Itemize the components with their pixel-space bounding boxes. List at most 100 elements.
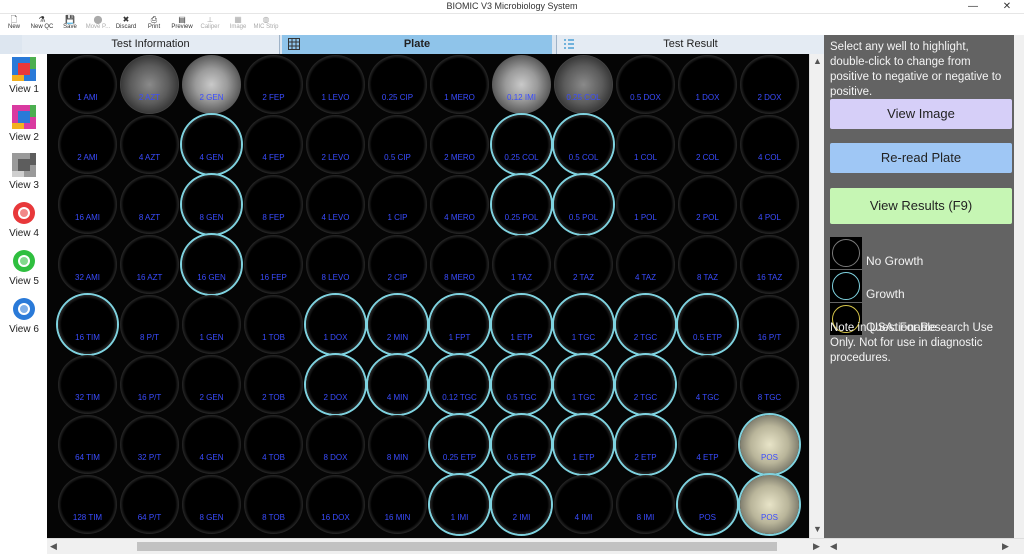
plate-well[interactable]: 16 TAZ	[740, 235, 799, 294]
plate-well[interactable]: 0.25 CIP	[368, 55, 427, 114]
plate-well[interactable]: 1 ETP	[554, 415, 613, 474]
plate-well[interactable]: 4 POL	[740, 175, 799, 234]
scroll-right-icon[interactable]: ▶	[813, 541, 820, 552]
plate-well[interactable]: 2 ETP	[616, 415, 675, 474]
toolbar-button-discard[interactable]: ✖ Discard	[112, 14, 140, 34]
plate-well[interactable]: 4 AZT	[120, 115, 179, 174]
plate-well[interactable]: 2 IMI	[492, 475, 551, 534]
view-image-button[interactable]: View Image	[830, 99, 1012, 129]
plate-well[interactable]: 2 MIN	[368, 295, 427, 354]
plate-well[interactable]: 4 LEVO	[306, 175, 365, 234]
plate-well[interactable]: 2 TGC	[616, 355, 675, 414]
plate-well[interactable]: 1 TOB	[244, 295, 303, 354]
plate-well[interactable]: 1 GEN	[182, 295, 241, 354]
plate-well[interactable]: 2 LEVO	[306, 115, 365, 174]
plate-well[interactable]: 1 COL	[616, 115, 675, 174]
plate-well[interactable]: POS	[678, 475, 737, 534]
toolbar-button-new-qc[interactable]: ⚗ New QC	[28, 14, 56, 34]
plate-well[interactable]: 16 P/T	[120, 355, 179, 414]
plate-well[interactable]: 2 GEN	[182, 55, 241, 114]
plate-well[interactable]: 1 AMI	[58, 55, 117, 114]
minimize-button[interactable]: —	[962, 0, 984, 14]
plate-well[interactable]: 8 TAZ	[678, 235, 737, 294]
plate-well[interactable]: 8 LEVO	[306, 235, 365, 294]
plate-well[interactable]: 0.12 IMI	[492, 55, 551, 114]
plate-well[interactable]: 0.5 DOX	[616, 55, 675, 114]
plate-well[interactable]: 1 LEVO	[306, 55, 365, 114]
plate-well[interactable]: 16 DOX	[306, 475, 365, 534]
plate-well[interactable]: 2 FEP	[244, 55, 303, 114]
scroll-up-icon[interactable]: ▲	[813, 56, 822, 66]
plate-well[interactable]: 16 AMI	[58, 175, 117, 234]
panel-vertical-scrollbar[interactable]	[1014, 35, 1024, 538]
plate-well[interactable]: 0.5 TGC	[492, 355, 551, 414]
scroll-right-icon[interactable]: ▶	[1002, 541, 1009, 552]
plate-well[interactable]: 1 POL	[616, 175, 675, 234]
plate-vertical-scrollbar[interactable]: ▲ ▼	[809, 54, 824, 538]
plate-well[interactable]: 8 DOX	[306, 415, 365, 474]
plate-well[interactable]: 16 GEN	[182, 235, 241, 294]
plate-well[interactable]: 4 MIN	[368, 355, 427, 414]
plate-well[interactable]: 4 IMI	[554, 475, 613, 534]
tab-plate[interactable]: Plate	[282, 35, 552, 54]
plate-well[interactable]: 0.25 COL	[554, 55, 613, 114]
plate-well[interactable]: 8 TOB	[244, 475, 303, 534]
view-button-6[interactable]: View 6	[4, 296, 44, 344]
plate-well[interactable]: 1 DOX	[306, 295, 365, 354]
plate-well[interactable]: 4 TAZ	[616, 235, 675, 294]
plate-well[interactable]: 4 TOB	[244, 415, 303, 474]
scroll-left-icon[interactable]: ◀	[830, 541, 837, 552]
view-button-5[interactable]: View 5	[4, 248, 44, 296]
plate-well[interactable]: 32 TIM	[58, 355, 117, 414]
plate-well[interactable]: 2 AMI	[58, 115, 117, 174]
plate-well[interactable]: 64 TIM	[58, 415, 117, 474]
plate-well[interactable]: 8 MIN	[368, 415, 427, 474]
plate-well[interactable]: 0.5 COL	[554, 115, 613, 174]
plate-well[interactable]: 0.25 COL	[492, 115, 551, 174]
plate-well[interactable]: 2 GEN	[182, 355, 241, 414]
plate-well[interactable]: 32 P/T	[120, 415, 179, 474]
plate-well[interactable]: 1 FPT	[430, 295, 489, 354]
plate-well[interactable]: 2 TOB	[244, 355, 303, 414]
plate-well[interactable]: 0.5 ETP	[492, 415, 551, 474]
plate-well[interactable]: 16 MIN	[368, 475, 427, 534]
plate-well[interactable]: 2 TAZ	[554, 235, 613, 294]
toolbar-button-save[interactable]: 💾 Save	[56, 14, 84, 34]
toolbar-button-new[interactable]: 🗋 New	[0, 14, 28, 34]
panel-horizontal-scrollbar[interactable]: ◀ ▶	[824, 538, 1024, 554]
plate-well[interactable]: 2 POL	[678, 175, 737, 234]
plate-well[interactable]: 16 AZT	[120, 235, 179, 294]
close-button[interactable]: ✕	[996, 0, 1018, 14]
plate-well[interactable]: 8 IMI	[616, 475, 675, 534]
plate-well[interactable]: 2 DOX	[306, 355, 365, 414]
plate-well[interactable]: 2 MERO	[430, 115, 489, 174]
plate-well[interactable]: 128 TIM	[58, 475, 117, 534]
scroll-down-icon[interactable]: ▼	[813, 524, 822, 534]
plate-well[interactable]: POS	[740, 415, 799, 474]
view-results-button[interactable]: View Results (F9)	[830, 188, 1012, 224]
plate-well[interactable]: 64 P/T	[120, 475, 179, 534]
plate-well[interactable]: 0.12 TGC	[430, 355, 489, 414]
plate-well[interactable]: 8 AZT	[120, 175, 179, 234]
plate-well[interactable]: 4 FEP	[244, 115, 303, 174]
plate-well[interactable]: 4 COL	[740, 115, 799, 174]
tab-test-information[interactable]: Test Information	[22, 35, 280, 54]
plate-well[interactable]: 8 MERO	[430, 235, 489, 294]
plate-well[interactable]: 1 IMI	[430, 475, 489, 534]
plate-well[interactable]: 1 TGC	[554, 295, 613, 354]
plate-well[interactable]: 8 GEN	[182, 175, 241, 234]
plate-well[interactable]: 4 MERO	[430, 175, 489, 234]
plate-well[interactable]: 16 P/T	[740, 295, 799, 354]
plate-well[interactable]: 4 GEN	[182, 115, 241, 174]
plate-well[interactable]: 0.5 POL	[554, 175, 613, 234]
view-button-1[interactable]: View 1	[4, 56, 44, 104]
plate-well[interactable]: 2 COL	[678, 115, 737, 174]
tab-test-result[interactable]: Test Result	[556, 35, 824, 54]
view-button-4[interactable]: View 4	[4, 200, 44, 248]
plate-well[interactable]: 1 TAZ	[492, 235, 551, 294]
plate-well[interactable]: 0.5 CIP	[368, 115, 427, 174]
scroll-left-icon[interactable]: ◀	[50, 541, 57, 552]
plate-well[interactable]: 0.25 POL	[492, 175, 551, 234]
plate-well[interactable]: 1 MERO	[430, 55, 489, 114]
plate-well[interactable]: 16 TIM	[58, 295, 117, 354]
